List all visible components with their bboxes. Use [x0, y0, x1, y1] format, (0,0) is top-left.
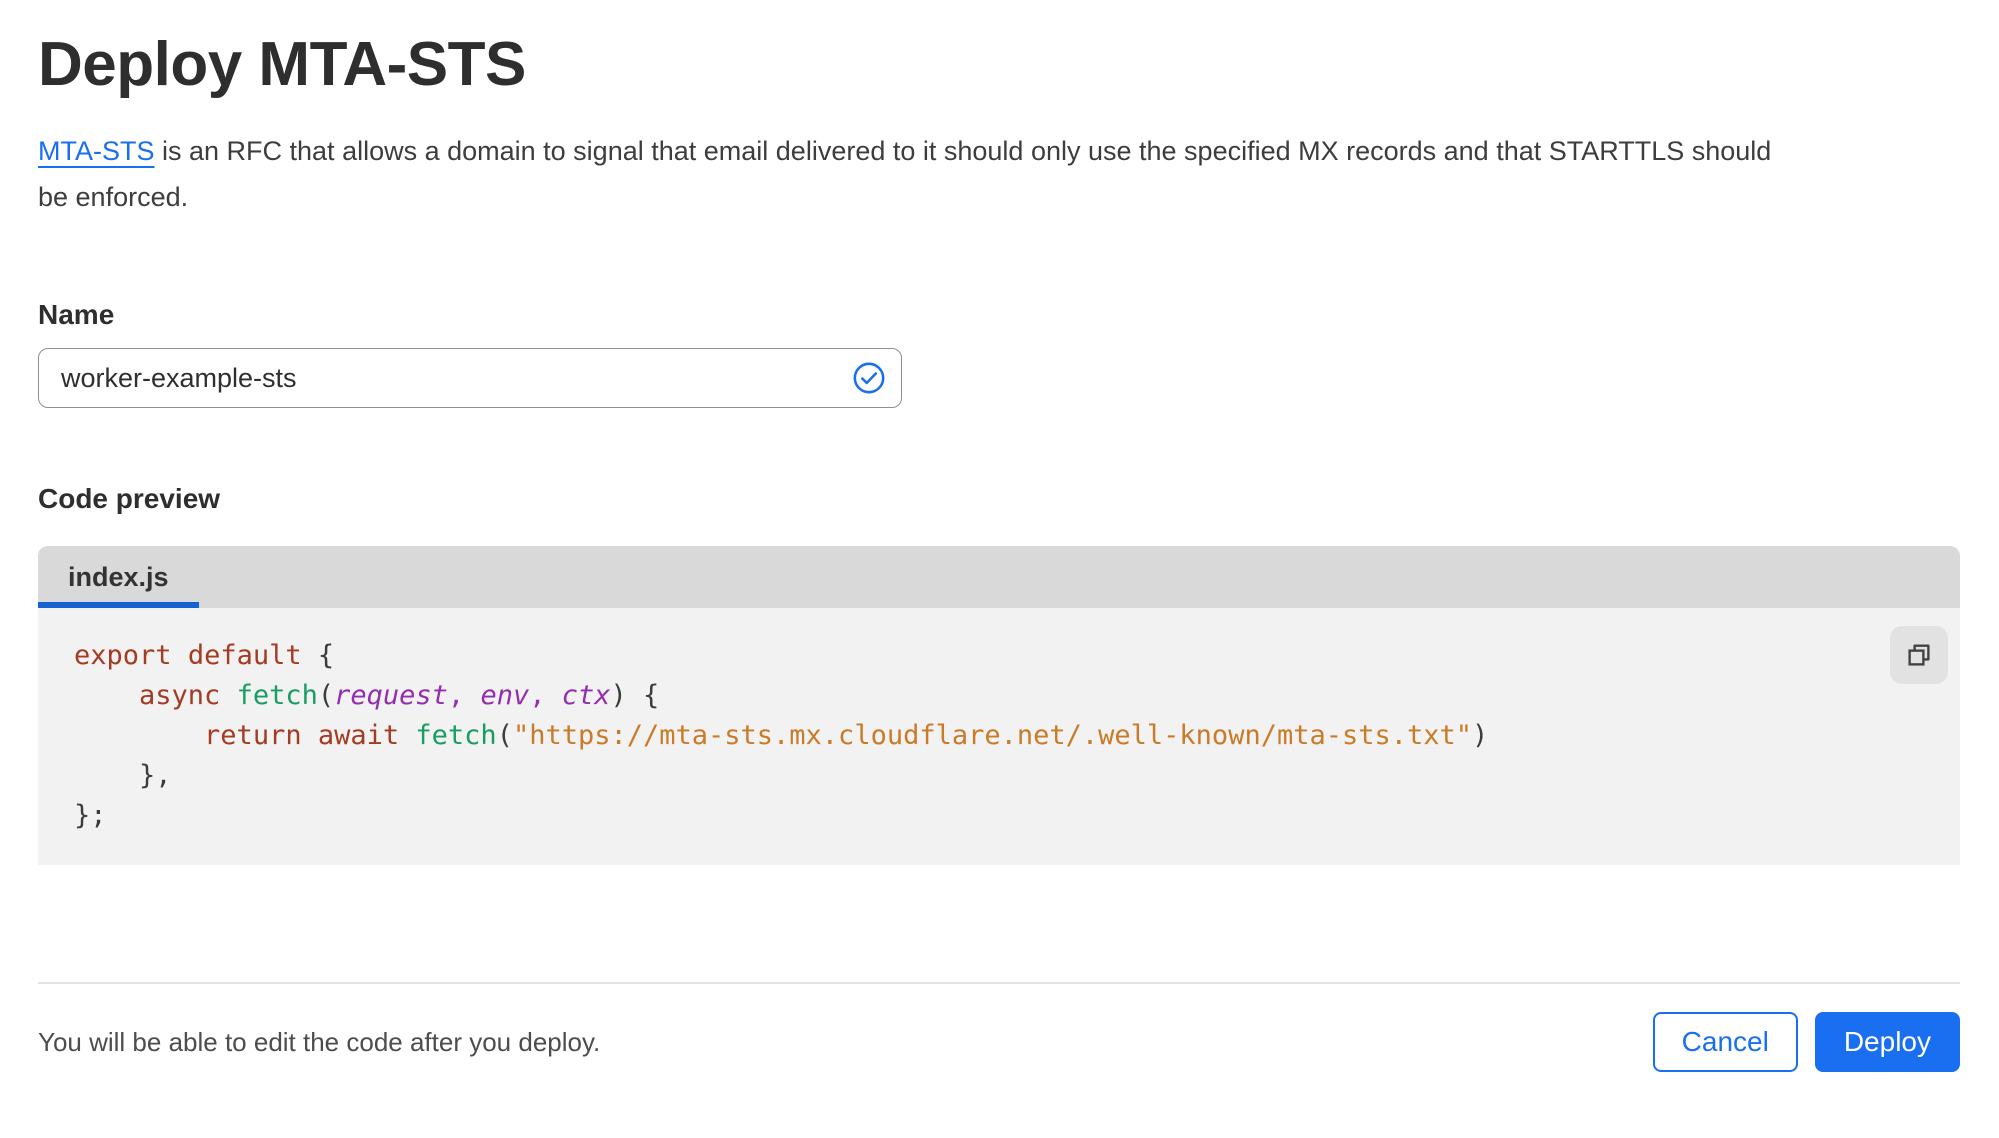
mta-sts-link[interactable]: MTA-STS: [38, 136, 155, 166]
intro-paragraph: MTA-STS is an RFC that allows a domain t…: [38, 128, 1798, 220]
deploy-mta-sts-page: Deploy MTA-STS MTA-STS is an RFC that al…: [0, 28, 1999, 1138]
deploy-button[interactable]: Deploy: [1814, 1012, 1960, 1073]
tab-label: index.js: [68, 561, 169, 592]
footer-note: You will be able to edit the code after …: [38, 1026, 601, 1057]
name-input-wrap: [38, 348, 902, 409]
check-circle-icon: [853, 362, 885, 394]
footer-actions: Cancel Deploy: [1652, 1012, 1960, 1073]
name-label: Name: [38, 299, 115, 331]
name-input[interactable]: [38, 348, 902, 409]
copy-button[interactable]: [1890, 626, 1948, 685]
code-block: export default { async fetch(request, en…: [74, 640, 1489, 832]
code-tab-bar: index.js: [38, 546, 1960, 609]
page-title: Deploy MTA-STS: [38, 30, 526, 99]
tab-index-js[interactable]: index.js: [38, 546, 199, 609]
intro-text: is an RFC that allows a domain to signal…: [38, 136, 1772, 213]
footer: You will be able to edit the code after …: [38, 984, 1960, 1073]
code-preview-card: index.js export default { async fetch(re…: [38, 546, 1960, 866]
code-area: export default { async fetch(request, en…: [38, 608, 1960, 866]
copy-icon: [1908, 644, 1930, 666]
cancel-button[interactable]: Cancel: [1652, 1012, 1798, 1073]
code-preview-label: Code preview: [38, 483, 221, 515]
